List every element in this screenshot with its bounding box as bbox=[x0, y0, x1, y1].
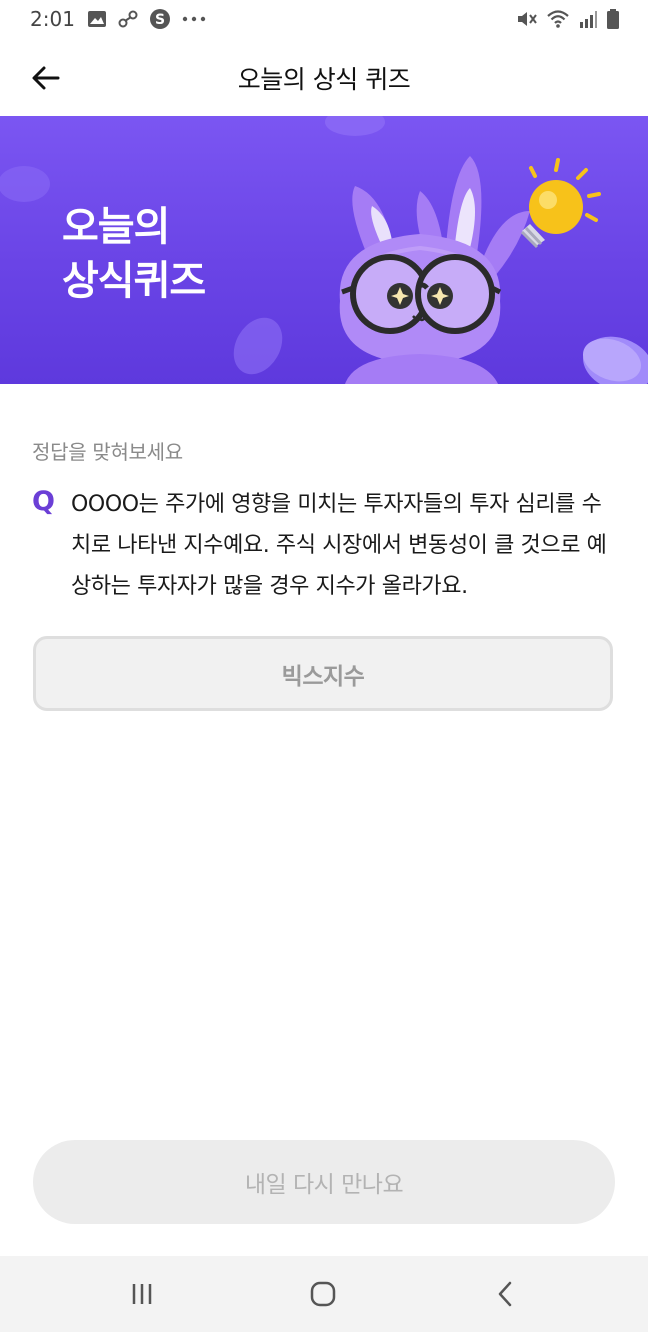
question-text: OOOO는 주가에 영향을 미치는 투자자들의 투자 심리를 수치로 나타낸 지… bbox=[71, 492, 607, 599]
s-badge-icon: S bbox=[150, 9, 170, 29]
quiz-banner: 오늘의 상식퀴즈 bbox=[0, 116, 648, 384]
question-label: Q bbox=[32, 486, 55, 517]
page-title: 오늘의 상식 퀴즈 bbox=[237, 65, 411, 94]
link-icon bbox=[118, 10, 138, 28]
recent-apps-icon bbox=[132, 1284, 152, 1304]
home-icon bbox=[310, 1281, 336, 1307]
mute-icon bbox=[518, 12, 537, 26]
answer-option[interactable]: 빅스지수 bbox=[33, 636, 613, 711]
see-you-tomorrow-button[interactable]: 내일 다시 만나요 bbox=[33, 1140, 615, 1224]
status-left-icons: S bbox=[87, 8, 207, 30]
battery-icon bbox=[607, 9, 619, 29]
system-nav-bar bbox=[0, 1256, 648, 1332]
app-header: 오늘의 상식 퀴즈 bbox=[0, 38, 648, 116]
status-bar: 2:01 S bbox=[0, 0, 648, 38]
answer-label: 빅스지수 bbox=[281, 663, 365, 690]
signal-icon bbox=[580, 11, 597, 28]
system-back-button[interactable] bbox=[475, 1274, 535, 1314]
back-icon bbox=[498, 1281, 512, 1307]
image-icon bbox=[88, 11, 106, 27]
wifi-icon bbox=[547, 10, 569, 28]
more-dots-icon bbox=[182, 16, 206, 22]
status-right-icons bbox=[516, 8, 620, 30]
recent-apps-button[interactable] bbox=[112, 1274, 172, 1314]
svg-text:S: S bbox=[155, 12, 165, 28]
cta-label: 내일 다시 만나요 bbox=[244, 1172, 404, 1198]
home-button[interactable] bbox=[293, 1274, 353, 1314]
banner-title: 오늘의 상식퀴즈 bbox=[62, 204, 206, 304]
quiz-instruction: 정답을 맞혀보세요 bbox=[32, 440, 183, 464]
status-time: 2:01 bbox=[30, 7, 75, 31]
